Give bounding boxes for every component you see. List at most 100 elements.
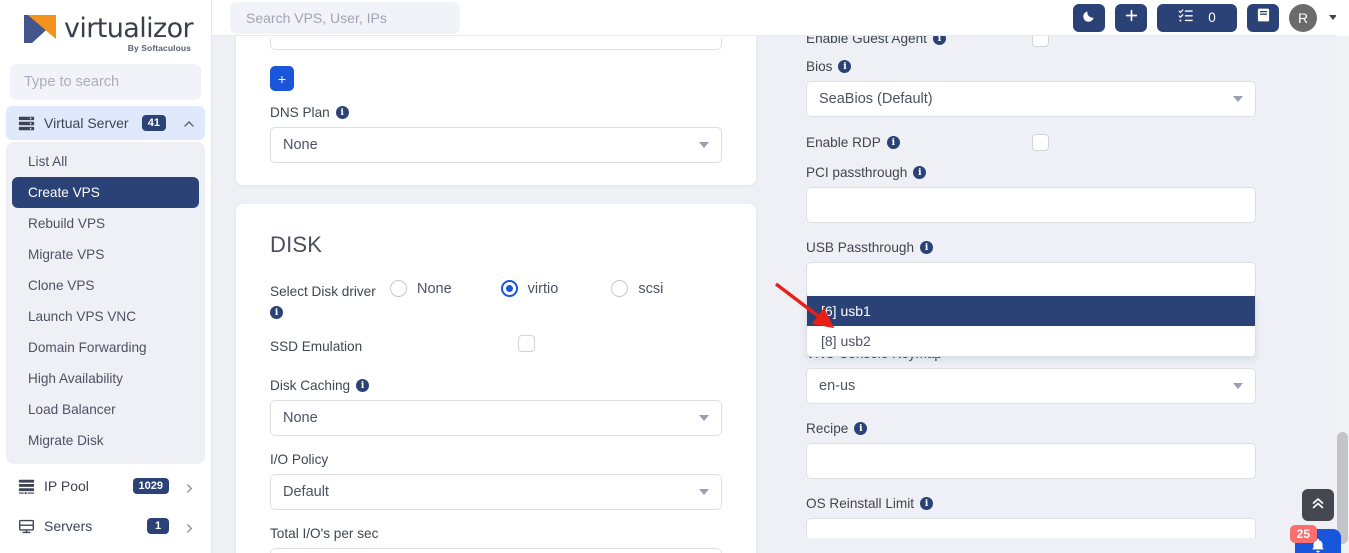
enable-rdp-label: Enable RDP i <box>806 135 1032 150</box>
os-reinstall-limit-input[interactable] <box>806 518 1256 538</box>
ssd-emulation-label: SSD Emulation <box>270 335 390 356</box>
vnc-keymap-select[interactable]: en-us <box>806 368 1256 404</box>
total-io-label-text: Total I/O's per sec <box>270 526 379 541</box>
global-search-input[interactable]: Search VPS, User, IPs <box>230 1 460 34</box>
sidebar-item-label: Servers <box>44 518 93 534</box>
add-row-button[interactable]: + <box>270 66 294 91</box>
sidebar-item-high-availability[interactable]: High Availability <box>12 363 199 394</box>
info-icon[interactable]: i <box>270 306 283 319</box>
usb-passthrough-input[interactable] <box>806 262 1256 298</box>
sidebar-item-migrate-vps[interactable]: Migrate VPS <box>12 239 199 270</box>
sidebar-item-launch-vps-vnc[interactable]: Launch VPS VNC <box>12 301 199 332</box>
guest-agent-checkbox[interactable] <box>1032 36 1049 47</box>
sidebar-item-label: IP Pool <box>44 478 89 494</box>
avatar-letter: R <box>1297 9 1309 26</box>
chevron-down-icon <box>1233 383 1243 389</box>
pci-passthrough-label: PCI passthrough i <box>806 165 1256 180</box>
brand-logo[interactable]: virtualizor By Softaculous <box>0 0 211 58</box>
sidebar-item-label: Domain Forwarding <box>28 340 147 355</box>
ssd-emulation-row: SSD Emulation <box>270 335 722 356</box>
sidebar-item-badge: 1029 <box>132 478 169 494</box>
info-icon[interactable]: i <box>854 422 868 435</box>
chevron-right-icon <box>184 481 195 493</box>
recipe-input[interactable] <box>806 443 1256 479</box>
disk-card: DISK Select Disk driver i None virtio sc… <box>236 204 756 553</box>
scrollbar-corner <box>1336 0 1349 36</box>
sidebar-item-label: Rebuild VPS <box>28 216 106 231</box>
io-policy-select[interactable]: Default <box>270 474 722 510</box>
vnc-keymap-value: en-us <box>819 378 856 394</box>
red-arrow-icon <box>774 282 835 329</box>
disk-caching-label: Disk Caching i <box>270 378 722 393</box>
enable-rdp-checkbox[interactable] <box>1032 134 1049 151</box>
sidebar-item-create-vps[interactable]: Create VPS <box>12 177 199 208</box>
sidebar-item-domain-forwarding[interactable]: Domain Forwarding <box>12 332 199 363</box>
ssd-emulation-checkbox[interactable] <box>518 335 535 352</box>
server-stack-icon <box>18 115 35 132</box>
sidebar-item-servers[interactable]: Servers 1 <box>6 508 205 544</box>
sidebar-item-label: Create VPS <box>28 185 100 200</box>
radio-label: None <box>417 280 452 297</box>
info-icon[interactable]: i <box>920 241 934 254</box>
dns-plan-label-text: DNS Plan <box>270 105 330 120</box>
chevron-down-icon <box>1233 96 1243 102</box>
plus-icon: + <box>277 70 287 87</box>
app-root: virtualizor By Softaculous Type to searc… <box>0 0 1349 553</box>
usb-passthrough-option-usb2[interactable]: [8] usb2 <box>807 326 1255 356</box>
servers-icon <box>18 518 35 535</box>
dark-mode-button[interactable] <box>1073 3 1105 32</box>
radio-icon <box>611 280 629 297</box>
os-reinstall-limit-label-text: OS Reinstall Limit <box>806 496 915 511</box>
info-icon[interactable]: i <box>838 60 852 73</box>
info-icon[interactable]: i <box>920 497 934 510</box>
sidebar-item-clone-vps[interactable]: Clone VPS <box>12 270 199 301</box>
info-icon[interactable]: i <box>913 166 927 179</box>
disk-driver-option-none[interactable]: None <box>390 280 501 297</box>
sidebar-group-virtual-server[interactable]: Virtual Server 41 <box>6 106 205 140</box>
left-column: + DNS Plan i None DISK Select Disk drive… <box>236 36 756 553</box>
sidebar-item-label: Launch VPS VNC <box>28 309 137 324</box>
radio-icon-selected <box>500 280 518 297</box>
sidebar-search-placeholder: Type to search <box>24 74 120 90</box>
sidebar-item-ip-pool[interactable]: IP Pool 1029 <box>6 468 205 504</box>
chevron-down-icon <box>699 489 709 495</box>
disk-driver-option-scsi[interactable]: scsi <box>611 280 722 297</box>
enable-rdp-label-text: Enable RDP <box>806 135 881 150</box>
disk-caching-select[interactable]: None <box>270 400 722 436</box>
avatar[interactable]: R <box>1289 3 1317 32</box>
docs-button[interactable] <box>1247 3 1279 32</box>
sidebar-group-badge: 41 <box>141 115 166 131</box>
chevron-down-icon <box>699 142 709 148</box>
chevron-up-icon <box>183 117 195 129</box>
bios-select[interactable]: SeaBios (Default) <box>806 81 1256 117</box>
dns-plan-select[interactable]: None <box>270 127 722 163</box>
disk-driver-label-text: Select Disk driver <box>270 284 376 299</box>
disk-driver-row: Select Disk driver i None virtio scsi <box>270 280 722 319</box>
tasks-button[interactable]: 0 <box>1157 3 1237 32</box>
disk-driver-option-virtio[interactable]: virtio <box>500 280 612 297</box>
network-card: + DNS Plan i None <box>236 36 756 185</box>
info-icon[interactable]: i <box>335 106 349 119</box>
add-button[interactable] <box>1115 3 1147 32</box>
page-scrollbar-thumb[interactable] <box>1337 432 1348 544</box>
pci-passthrough-input[interactable] <box>806 187 1256 223</box>
usb-passthrough-label-text: USB Passthrough <box>806 240 915 255</box>
sidebar-item-migrate-disk[interactable]: Migrate Disk <box>12 425 199 456</box>
scroll-to-top-button[interactable] <box>1302 489 1334 521</box>
sidebar-item-list-all[interactable]: List All <box>12 146 199 177</box>
info-icon[interactable]: i <box>886 136 900 149</box>
total-io-input[interactable] <box>270 548 722 553</box>
bios-label: Bios i <box>806 59 1256 74</box>
sidebar-item-label: Load Balancer <box>28 402 116 417</box>
sidebar-search-input[interactable]: Type to search <box>10 64 201 100</box>
sidebar: virtualizor By Softaculous Type to searc… <box>0 0 212 553</box>
truncated-field-above[interactable] <box>270 38 722 50</box>
info-icon[interactable]: i <box>356 379 370 392</box>
sidebar-item-load-balancer[interactable]: Load Balancer <box>12 394 199 425</box>
usb-passthrough-option-usb1[interactable]: [6] usb1 <box>807 296 1255 326</box>
disk-card-title: DISK <box>270 232 323 257</box>
sidebar-item-rebuild-vps[interactable]: Rebuild VPS <box>12 208 199 239</box>
usb-passthrough-dropdown-list: [6] usb1 [8] usb2 <box>806 296 1256 357</box>
total-io-label: Total I/O's per sec <box>270 526 722 541</box>
info-icon[interactable]: i <box>932 36 946 45</box>
